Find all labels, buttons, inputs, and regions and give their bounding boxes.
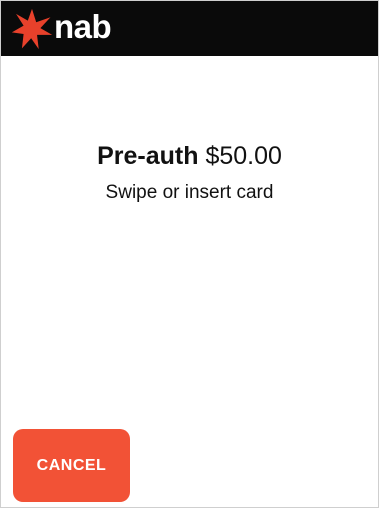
transaction-panel: Pre-auth $50.00 Swipe or insert card: [1, 139, 378, 206]
transaction-summary: Pre-auth $50.00: [1, 139, 378, 173]
cancel-button[interactable]: CANCEL: [13, 429, 130, 502]
card-instruction-text: Swipe or insert card: [105, 182, 274, 203]
brand-logo-text: nab: [54, 8, 112, 45]
header-bar: nab: [1, 1, 378, 56]
transaction-type-label: Pre-auth: [97, 142, 199, 170]
transaction-amount: $50.00: [205, 142, 282, 170]
payment-terminal-screen: nab Pre-auth $50.00 Swipe or insert card…: [0, 0, 379, 508]
nab-star-icon: [11, 8, 53, 50]
